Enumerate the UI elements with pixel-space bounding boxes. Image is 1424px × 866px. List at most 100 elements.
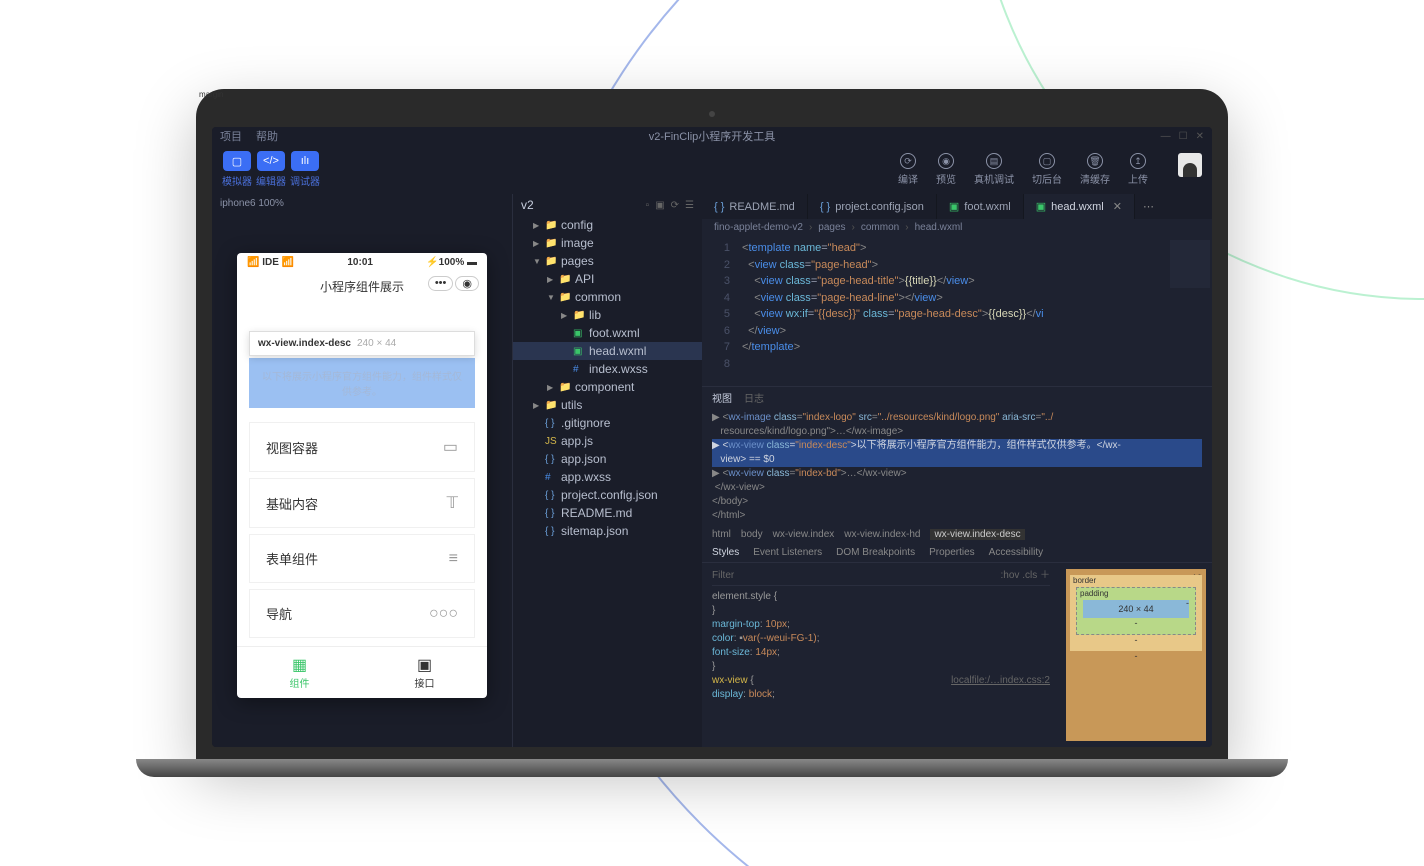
close-icon[interactable]: ✕ [1196,131,1204,142]
simulator-panel: iphone6 100% 📶 IDE 📶 10:01 ⚡100% ▬ 小程序组件… [212,194,512,747]
tabbar-api[interactable]: ▣接口 [362,647,487,698]
tree-node[interactable]: ▶📁component [513,378,702,396]
tree-node[interactable]: ▣foot.wxml [513,324,702,342]
minimize-icon[interactable]: — [1161,131,1171,142]
action-clear-cache[interactable]: 🗑清缓存 [1080,153,1110,186]
dom-path-item[interactable]: wx-view.index-hd [844,529,920,540]
devtools-tab[interactable]: 日志 [744,390,764,405]
highlighted-element: 以下将展示小程序官方组件能力，组件样式仅供参考。 [249,358,475,408]
action-compile[interactable]: ⟳编译 [898,153,918,186]
folder-icon: 📁 [559,292,571,303]
editor-tab[interactable]: { }project.config.json [808,194,937,219]
tab-debugger[interactable]: ılı调试器 [290,151,320,188]
user-avatar[interactable] [1178,153,1202,177]
item-icon: 𝕋 [447,493,458,513]
new-folder-icon[interactable]: ▣ [655,200,664,211]
editor-tab[interactable]: ▣foot.wxml [937,194,1024,219]
tree-node[interactable]: { }README.md [513,504,702,522]
list-item[interactable]: 视图容器▭ [249,422,475,472]
devtools-subtab[interactable]: Accessibility [989,547,1043,558]
list-item[interactable]: 表单组件≡ [249,534,475,583]
editor-tab[interactable]: { }README.md [702,194,808,219]
file-icon: { } [714,201,724,213]
item-icon: ≡ [449,550,458,568]
dom-path-item[interactable]: wx-view.index [773,529,835,540]
new-file-icon[interactable]: ▫ [646,200,650,211]
breadcrumb-item[interactable]: head.wxml [915,222,963,233]
tree-node[interactable]: { }sitemap.json [513,522,702,540]
styles-pane[interactable]: Filter :hov .cls ＋ element.style {}</spa… [702,563,1060,747]
more-tabs-icon[interactable]: ⋯ [1135,194,1162,219]
item-icon: ▭ [443,437,458,457]
laptop-frame: 项目 帮助 v2-FinClip小程序开发工具 — ☐ ✕ ▢模拟器 </>编辑… [196,89,1228,777]
menu-help[interactable]: 帮助 [256,128,278,144]
code-editor[interactable]: 1<template name="head">2 <view class="pa… [702,236,1212,386]
styles-filter[interactable]: Filter [712,569,734,583]
breadcrumb-item[interactable]: fino-applet-demo-v2 [714,222,803,233]
breadcrumb-item[interactable]: pages [818,222,845,233]
tree-node[interactable]: { }app.json [513,450,702,468]
tree-node[interactable]: ▶📁API [513,270,702,288]
laptop-base [136,759,1288,777]
tree-node[interactable]: ▶📁config [513,216,702,234]
wxml-icon: ▣ [573,328,585,339]
md-icon: { } [545,526,557,537]
folder-icon: 📁 [545,220,557,231]
target-icon[interactable]: ◉ [455,276,479,291]
tree-node[interactable]: ▣head.wxml [513,342,702,360]
list-item[interactable]: 导航○○○ [249,589,475,638]
tree-node[interactable]: { }project.config.json [513,486,702,504]
camera-dot [709,111,715,117]
tree-node[interactable]: JSapp.js [513,432,702,450]
refresh-icon[interactable]: ⟳ [671,200,679,211]
dom-path-item[interactable]: body [741,529,763,540]
menu-project[interactable]: 项目 [220,128,242,144]
editor-tabs: { }README.md{ }project.config.json▣foot.… [702,194,1212,219]
devtools-subtab[interactable]: Event Listeners [753,547,822,558]
devtools-subtab[interactable]: DOM Breakpoints [836,547,915,558]
devtools-subtab[interactable]: Styles [712,547,739,558]
tree-node[interactable]: ▶📁lib [513,306,702,324]
list-item[interactable]: 基础内容𝕋 [249,478,475,528]
maximize-icon[interactable]: ☐ [1179,131,1188,142]
dom-breadcrumb: html body wx-view.index wx-view.index-hd wx-… [702,526,1212,543]
action-remote-debug[interactable]: ▤真机调试 [974,153,1014,186]
tree-root-label[interactable]: v2 [521,198,534,212]
editor-tab[interactable]: ▣head.wxml✕ [1024,194,1135,219]
folder-icon: 📁 [545,238,557,249]
tree-node[interactable]: ▶📁image [513,234,702,252]
tree-node[interactable]: #index.wxss [513,360,702,378]
dom-path-item[interactable]: wx-view.index-desc [930,529,1024,540]
simulator-device-label: iphone6 100% [212,194,512,213]
grid-icon: ▦ [245,655,354,675]
devtools-subtab[interactable]: Properties [929,547,975,558]
more-icon[interactable]: ••• [428,276,454,291]
tab-simulator[interactable]: ▢模拟器 [222,151,252,188]
tree-node[interactable]: #app.wxss [513,468,702,486]
dom-tree[interactable]: ▶ <wx-image class="index-logo" src="../r… [702,408,1212,526]
tab-editor[interactable]: </>编辑器 [256,151,286,188]
tree-node[interactable]: ▼📁common [513,288,702,306]
app-title: 小程序组件展示 [320,280,404,294]
close-tab-icon[interactable]: ✕ [1113,200,1122,213]
devtools-tab[interactable]: 视图 [712,390,732,405]
devtools: 视图日志 ▶ <wx-image class="index-logo" src=… [702,386,1212,747]
phone-preview: 📶 IDE 📶 10:01 ⚡100% ▬ 小程序组件展示 •••◉ wx-vi… [237,253,487,698]
dom-path-item[interactable]: html [712,529,731,540]
minimap[interactable] [1170,240,1210,320]
folder-icon: 📁 [559,382,571,393]
action-upload[interactable]: ↥上传 [1128,153,1148,186]
action-background[interactable]: ▢切后台 [1032,153,1062,186]
file-icon: ▣ [949,200,959,213]
tabbar-component[interactable]: ▦组件 [237,647,362,698]
action-preview[interactable]: ◉预览 [936,153,956,186]
breadcrumb-item[interactable]: common [861,222,899,233]
tree-node[interactable]: { }.gitignore [513,414,702,432]
editor-panel: { }README.md{ }project.config.json▣foot.… [702,194,1212,747]
tree-node[interactable]: ▶📁utils [513,396,702,414]
collapse-icon[interactable]: ☰ [685,200,694,211]
md-icon: { } [545,418,557,429]
styles-hov-cls[interactable]: :hov .cls ＋ [1001,569,1050,583]
status-carrier: 📶 IDE 📶 [247,257,294,268]
tree-node[interactable]: ▼📁pages [513,252,702,270]
